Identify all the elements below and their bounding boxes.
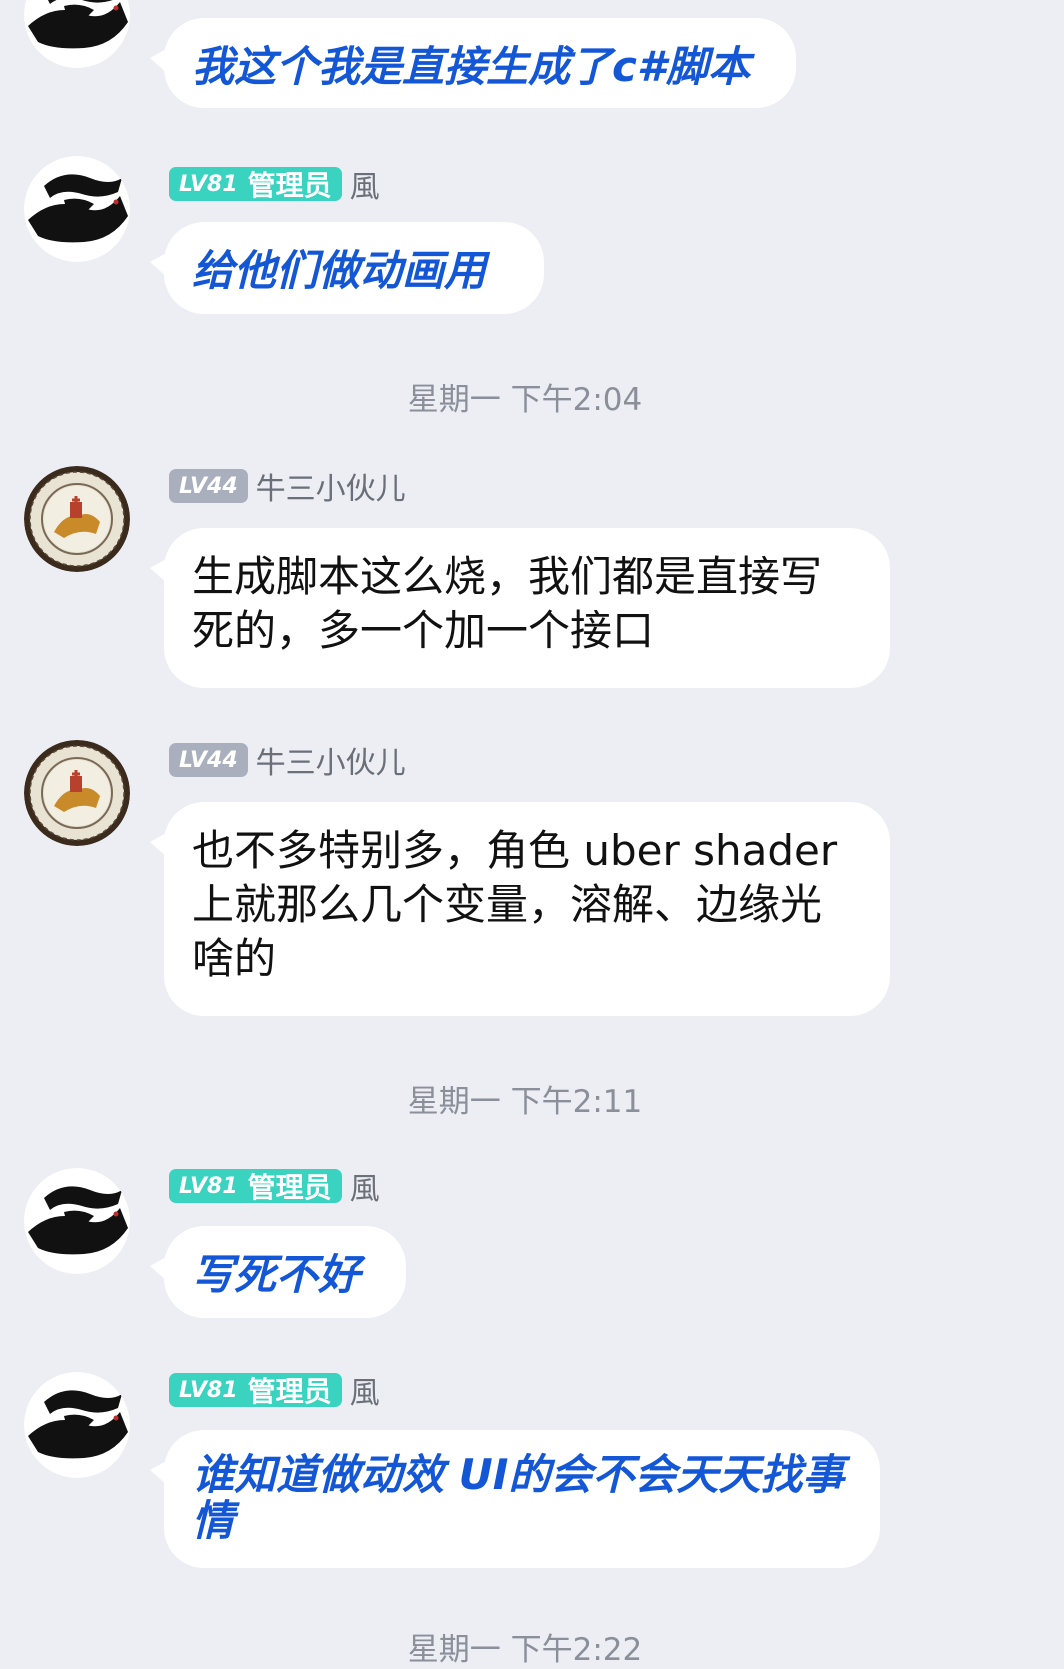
level-badge: LV81 管理员 (169, 167, 342, 202)
sender-name[interactable]: 風 (350, 162, 380, 206)
level-badge: LV44 (169, 469, 248, 503)
sender-name[interactable]: 風 (350, 1368, 380, 1412)
chat-window: 我这个我是直接生成了c#脚本 LV81 管理员 風 给他们做动画用 星期一 下午… (0, 0, 1064, 1668)
level-badge: LV81 管理员 (169, 1169, 342, 1204)
message-bubble[interactable]: 给他们做动画用 (150, 222, 544, 314)
message-bubble[interactable]: 我这个我是直接生成了c#脚本 (150, 18, 796, 108)
hands-avatar-icon[interactable] (24, 0, 130, 68)
sender-name[interactable]: 風 (350, 1164, 380, 1208)
timestamp: 星期一 下午2:04 (407, 382, 643, 418)
seal-avatar-icon[interactable] (24, 466, 130, 572)
level-label: LV81 (179, 171, 238, 197)
hands-avatar-icon[interactable] (24, 1372, 130, 1478)
role-label: 管理员 (247, 1375, 332, 1408)
message-header: LV81 管理员 風 (169, 166, 380, 205)
role-label: 管理员 (247, 169, 332, 202)
message-header: LV81 管理员 風 (169, 1372, 380, 1411)
message-text: 我这个我是直接生成了c#脚本 (192, 42, 751, 91)
message-bubble[interactable]: 也不多特别多，角色 uber shader 上就那么几个变量，溶解、边缘光啥的 (150, 802, 890, 1016)
message-bubble[interactable]: 写死不好 (150, 1226, 406, 1318)
message-text: 写死不好 (192, 1250, 361, 1299)
hands-avatar-icon[interactable] (24, 1168, 130, 1274)
level-label: LV81 (179, 1377, 238, 1403)
sender-name[interactable]: 牛三小伙儿 (256, 738, 406, 782)
seal-avatar-icon[interactable] (24, 740, 130, 846)
timestamp: 星期一 下午2:22 (407, 1632, 643, 1668)
message-header: LV44 牛三小伙儿 (169, 742, 406, 781)
role-label: 管理员 (247, 1171, 332, 1204)
level-badge: LV44 (169, 743, 248, 777)
message-text: 生成脚本这么烧，我们都是直接写死的，多一个加一个接口 (192, 552, 823, 655)
message-header: LV44 牛三小伙儿 (169, 468, 406, 507)
message-bubble[interactable]: 生成脚本这么烧，我们都是直接写死的，多一个加一个接口 (150, 528, 890, 688)
message-text: 也不多特别多，角色 uber shader 上就那么几个变量，溶解、边缘光啥的 (192, 826, 838, 983)
message-bubble[interactable]: 谁知道做动效 UI的会不会天天找事情 (150, 1430, 880, 1568)
level-label: LV44 (179, 473, 238, 499)
sender-name[interactable]: 牛三小伙儿 (256, 464, 406, 508)
level-label: LV81 (179, 1173, 238, 1199)
message-text: 谁知道做动效 UI的会不会天天找事情 (192, 1450, 845, 1545)
level-label: LV44 (179, 747, 238, 773)
message-text: 给他们做动画用 (192, 246, 487, 295)
level-badge: LV81 管理员 (169, 1373, 342, 1408)
hands-avatar-icon[interactable] (24, 156, 130, 262)
message-header: LV81 管理员 風 (169, 1168, 380, 1207)
timestamp: 星期一 下午2:11 (407, 1084, 643, 1120)
